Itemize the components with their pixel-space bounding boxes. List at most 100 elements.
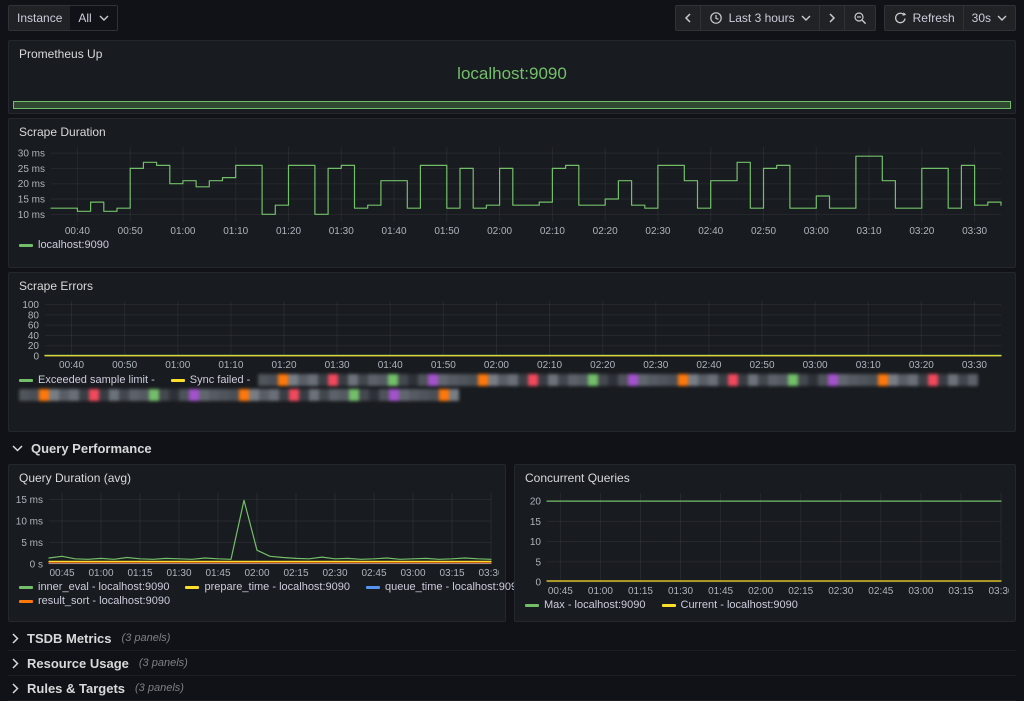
svg-text:01:20: 01:20 xyxy=(271,360,296,371)
chevron-down-icon xyxy=(99,15,109,21)
row-header-resource-usage[interactable]: Resource Usage (3 panels) xyxy=(8,651,1016,676)
zoom-out-button[interactable] xyxy=(844,5,876,31)
legend-item[interactable]: queue_time - localhost:9090 xyxy=(366,581,523,593)
panel-title-query-duration[interactable]: Query Duration (avg) xyxy=(9,465,141,487)
variable-instance-control: Instance All xyxy=(8,5,118,31)
svg-text:01:00: 01:00 xyxy=(588,586,613,597)
legend-label: Max - localhost:9090 xyxy=(544,599,646,611)
svg-text:15 ms: 15 ms xyxy=(18,195,45,206)
chevron-right-icon xyxy=(12,683,19,694)
svg-text:01:10: 01:10 xyxy=(218,360,243,371)
svg-text:02:00: 02:00 xyxy=(487,226,512,237)
scrape-errors-chart[interactable]: 02040608010000:4000:5001:0001:1001:2001:… xyxy=(11,295,1009,371)
chevron-right-icon xyxy=(828,12,836,24)
legend-swatch xyxy=(19,586,33,589)
legend-item[interactable]: Sync failed - xyxy=(171,374,251,386)
svg-text:01:45: 01:45 xyxy=(205,568,230,579)
variable-instance-value: All xyxy=(78,11,91,25)
time-shift-forward-button[interactable] xyxy=(819,5,845,31)
panel-title-concurrent-queries[interactable]: Concurrent Queries xyxy=(515,465,640,487)
svg-text:01:15: 01:15 xyxy=(628,586,653,597)
svg-text:02:45: 02:45 xyxy=(361,568,386,579)
legend-item[interactable]: inner_eval - localhost:9090 xyxy=(19,581,169,593)
svg-text:00:40: 00:40 xyxy=(65,226,90,237)
redacted-legend-row[interactable] xyxy=(258,374,1005,386)
row-panel-count: (3 panels) xyxy=(122,632,171,644)
svg-text:03:10: 03:10 xyxy=(857,226,882,237)
refresh-interval-dropdown[interactable]: 30s xyxy=(963,5,1016,31)
panel-prometheus-up: Prometheus Up localhost:9090 xyxy=(8,40,1016,114)
refresh-label: Refresh xyxy=(913,11,955,25)
svg-text:60: 60 xyxy=(28,321,40,332)
svg-text:02:00: 02:00 xyxy=(244,568,269,579)
legend-swatch xyxy=(525,604,539,607)
chevron-down-icon xyxy=(997,15,1007,21)
dashboard-body: Prometheus Up localhost:9090 Scrape Dura… xyxy=(0,36,1024,701)
svg-text:02:40: 02:40 xyxy=(696,360,721,371)
panel-title-scrape-errors[interactable]: Scrape Errors xyxy=(9,273,103,295)
legend-swatch xyxy=(19,379,33,382)
svg-text:02:10: 02:10 xyxy=(537,360,562,371)
svg-text:10 ms: 10 ms xyxy=(16,516,43,527)
svg-text:03:20: 03:20 xyxy=(909,360,934,371)
panel-query-duration: Query Duration (avg) 0 s5 ms10 ms15 ms00… xyxy=(8,464,506,622)
legend-item[interactable]: Current - localhost:9090 xyxy=(662,599,798,611)
legend-item[interactable]: localhost:9090 xyxy=(19,239,109,251)
svg-text:10 ms: 10 ms xyxy=(18,210,45,221)
svg-text:02:20: 02:20 xyxy=(593,226,618,237)
svg-text:02:10: 02:10 xyxy=(540,226,565,237)
row-title: Resource Usage xyxy=(27,656,129,671)
panel-title-scrape-duration[interactable]: Scrape Duration xyxy=(9,119,116,141)
svg-text:01:40: 01:40 xyxy=(378,360,403,371)
svg-text:03:30: 03:30 xyxy=(962,360,987,371)
svg-text:02:30: 02:30 xyxy=(322,568,347,579)
legend-label: prepare_time - localhost:9090 xyxy=(204,581,350,593)
variable-instance-label: Instance xyxy=(9,6,70,30)
legend-label: Exceeded sample limit - xyxy=(38,374,155,386)
legend-swatch xyxy=(171,379,185,382)
panel-title-prometheus-up[interactable]: Prometheus Up xyxy=(9,41,112,63)
refresh-button[interactable]: Refresh xyxy=(884,5,964,31)
variable-instance-dropdown[interactable]: All xyxy=(70,6,116,30)
svg-text:01:00: 01:00 xyxy=(88,568,113,579)
svg-text:100: 100 xyxy=(22,300,39,311)
row-title-query-performance: Query Performance xyxy=(31,441,152,456)
scrape-duration-chart[interactable]: 10 ms15 ms20 ms25 ms30 ms00:4000:5001:00… xyxy=(11,141,1009,237)
svg-text:0 s: 0 s xyxy=(30,560,43,571)
legend-item[interactable]: result_sort - localhost:9090 xyxy=(19,595,170,607)
svg-text:20: 20 xyxy=(530,497,542,508)
svg-text:25 ms: 25 ms xyxy=(18,164,45,175)
svg-text:01:30: 01:30 xyxy=(668,586,693,597)
svg-text:01:00: 01:00 xyxy=(165,360,190,371)
query-duration-chart[interactable]: 0 s5 ms10 ms15 ms00:4501:0001:1501:3001:… xyxy=(11,487,499,579)
legend-item[interactable]: Exceeded sample limit - xyxy=(19,374,155,386)
time-shift-back-button[interactable] xyxy=(675,5,701,31)
legend-item[interactable]: prepare_time - localhost:9090 xyxy=(185,581,350,593)
row-header-rules-targets[interactable]: Rules & Targets (3 panels) xyxy=(8,676,1016,701)
svg-text:01:40: 01:40 xyxy=(382,226,407,237)
row-header-query-performance[interactable]: Query Performance xyxy=(8,436,1016,460)
row-title: Rules & Targets xyxy=(27,681,125,696)
svg-text:80: 80 xyxy=(28,310,40,321)
svg-text:02:50: 02:50 xyxy=(751,226,776,237)
row-header-tsdb-metrics[interactable]: TSDB Metrics (3 panels) xyxy=(8,626,1016,651)
svg-text:01:15: 01:15 xyxy=(127,568,152,579)
svg-text:00:45: 00:45 xyxy=(548,586,573,597)
refresh-icon xyxy=(893,11,907,25)
svg-text:03:30: 03:30 xyxy=(478,568,499,579)
legend-label: Sync failed - xyxy=(190,374,251,386)
concurrent-queries-chart[interactable]: 0510152000:4501:0001:1501:3001:4502:0002… xyxy=(517,487,1009,597)
legend-item[interactable]: Max - localhost:9090 xyxy=(525,599,646,611)
svg-text:01:50: 01:50 xyxy=(434,226,459,237)
legend-swatch xyxy=(366,586,380,589)
svg-text:5 ms: 5 ms xyxy=(21,538,43,549)
time-range-picker-button[interactable]: Last 3 hours xyxy=(700,5,820,31)
svg-text:10: 10 xyxy=(530,537,542,548)
query-duration-legend-row2: result_sort - localhost:9090 xyxy=(9,593,505,607)
svg-text:01:20: 01:20 xyxy=(276,226,301,237)
redacted-legend-row[interactable] xyxy=(19,389,465,401)
dashboard-toolbar: Instance All Last 3 hours xyxy=(0,0,1024,36)
panel-concurrent-queries: Concurrent Queries 0510152000:4501:0001:… xyxy=(514,464,1016,622)
svg-text:20: 20 xyxy=(28,341,40,352)
svg-text:02:50: 02:50 xyxy=(749,360,774,371)
